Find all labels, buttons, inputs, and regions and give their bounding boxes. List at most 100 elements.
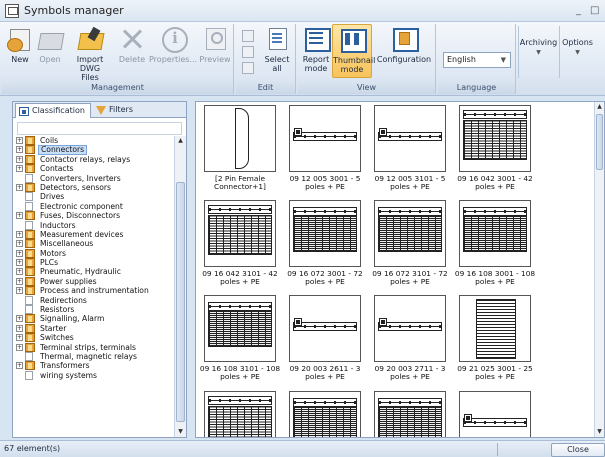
import-dwg-button[interactable]: Import DWG Files — [66, 26, 114, 82]
expand-icon[interactable]: + — [16, 165, 23, 173]
symbol-thumbnail[interactable] — [454, 391, 536, 437]
select-all-button[interactable]: Select all — [262, 26, 292, 73]
options-button[interactable]: Options ▼ — [559, 26, 595, 78]
thumbnail-image — [204, 105, 276, 172]
tree-item[interactable]: + Miscellaneous — [15, 239, 173, 249]
thumbnail-image — [289, 295, 361, 362]
expand-icon[interactable]: + — [16, 362, 23, 370]
tree-item[interactable]: + Fuses, Disconnectors — [15, 211, 173, 221]
symbol-thumbnail[interactable]: [2 Pin Female Connector+1] — [199, 105, 281, 192]
thumbnail-mode-button[interactable]: Thumbnail mode — [332, 24, 375, 78]
expand-icon[interactable]: + — [16, 183, 23, 191]
symbol-thumbnail[interactable]: 09 16 072 3001 - 72 poles + PE — [284, 200, 366, 287]
expand-icon[interactable]: + — [16, 277, 23, 285]
tree-item[interactable]: + Starter — [15, 323, 173, 333]
tree-item[interactable]: Drives — [15, 192, 173, 202]
group-management: New Open Import DWG Files Delete Propert… — [2, 24, 234, 94]
tree-scroll-thumb[interactable] — [176, 182, 185, 422]
expand-icon[interactable]: + — [16, 137, 23, 144]
symbol-thumbnail[interactable]: 09 16 042 3101 - 42 poles + PE — [199, 200, 281, 287]
tree-item[interactable]: + Switches — [15, 333, 173, 343]
new-button[interactable]: New — [6, 26, 34, 64]
report-mode-button[interactable]: Report mode — [301, 26, 331, 73]
tree-item[interactable]: + Pneumatic, Hydraulic — [15, 267, 173, 277]
tree-item[interactable]: Converters, Inverters — [15, 173, 173, 183]
delete-button[interactable]: Delete — [115, 26, 149, 64]
edit-small-icon-1[interactable] — [242, 30, 254, 42]
symbol-thumbnail[interactable]: 09 16 108 3101 - 108 poles + PE — [199, 295, 281, 382]
open-button[interactable]: Open — [36, 26, 64, 64]
tree-item[interactable]: Thermal, magnetic relays — [15, 351, 173, 361]
tree-item[interactable]: Resistors — [15, 305, 173, 315]
tree-item[interactable]: Redirections — [15, 295, 173, 305]
tree-item-label: Connectors — [38, 145, 88, 155]
tree-item[interactable]: + Signalling, Alarm — [15, 314, 173, 324]
configuration-button[interactable]: Configuration — [374, 26, 434, 64]
tree-item[interactable]: + Process and instrumentation — [15, 286, 173, 296]
symbol-thumbnail[interactable]: 09 20 003 2711 - 3 poles + PE — [369, 295, 451, 382]
expand-icon[interactable]: + — [16, 324, 23, 332]
tree-item[interactable]: + Detectors, sensors — [15, 182, 173, 192]
minimize-button[interactable]: _ — [576, 5, 581, 16]
symbol-drawing — [293, 216, 357, 252]
symbol-thumbnail[interactable]: 09 16 108 3001 - 108 poles + PE — [454, 200, 536, 287]
tab-filters[interactable]: Filters — [93, 103, 143, 118]
tree-item[interactable]: + Power supplies — [15, 276, 173, 286]
tab-classification[interactable]: Classification — [15, 103, 91, 118]
archiving-button[interactable]: Archiving ▼ — [518, 26, 558, 78]
symbol-thumbnail[interactable] — [199, 391, 281, 437]
tree-item[interactable]: Electronic component — [15, 201, 173, 211]
tree-item[interactable]: + PLCs — [15, 258, 173, 268]
thumbnail-scroll-thumb[interactable] — [596, 114, 603, 170]
expand-icon[interactable]: + — [16, 334, 23, 342]
tree-item[interactable]: + Transformers — [15, 361, 173, 371]
tree-item[interactable]: + Contactor relays, relays — [15, 154, 173, 164]
tree-scrollbar[interactable]: ▲ ▼ — [174, 136, 186, 437]
symbol-drawing — [379, 128, 387, 136]
symbol-thumbnail[interactable]: 09 16 042 3001 - 42 poles + PE — [454, 105, 536, 192]
expand-icon[interactable]: + — [16, 268, 23, 276]
tree-item[interactable]: wiring systems — [15, 370, 173, 380]
tree-item[interactable]: Inductors — [15, 220, 173, 230]
tree-item[interactable]: + Coils — [15, 136, 173, 145]
preview-button[interactable]: Preview — [198, 26, 232, 64]
symbol-thumbnail[interactable] — [284, 391, 366, 437]
language-select[interactable]: English ▼ — [443, 52, 511, 68]
symbol-thumbnail[interactable]: 09 12 005 3101 - 5 poles + PE — [369, 105, 451, 192]
expand-icon[interactable]: + — [16, 230, 23, 238]
close-button[interactable]: Close — [551, 443, 605, 457]
expand-icon[interactable]: + — [16, 212, 23, 220]
page-icon — [25, 192, 33, 202]
tree-item[interactable]: + Motors — [15, 248, 173, 258]
scroll-down-icon[interactable]: ▼ — [175, 427, 186, 437]
properties-button[interactable]: Properties... — [149, 26, 197, 64]
symbol-thumbnail[interactable]: 09 20 003 2611 - 3 poles + PE — [284, 295, 366, 382]
scroll-up-icon[interactable]: ▲ — [595, 102, 604, 112]
expand-icon[interactable]: + — [16, 343, 23, 351]
page-icon — [25, 370, 33, 380]
book-icon — [25, 145, 35, 155]
expand-icon[interactable]: + — [16, 155, 23, 163]
expand-icon[interactable]: + — [16, 249, 23, 257]
expand-icon[interactable]: + — [16, 287, 23, 295]
tree-filter-input[interactable] — [17, 122, 182, 135]
expand-icon[interactable]: + — [16, 146, 23, 154]
symbol-thumbnail[interactable] — [369, 391, 451, 437]
edit-small-icon-3[interactable] — [242, 62, 254, 74]
expand-icon[interactable]: + — [16, 240, 23, 248]
thumbnail-image — [459, 295, 531, 362]
scroll-up-icon[interactable]: ▲ — [175, 136, 186, 146]
maximize-button[interactable]: □ — [590, 5, 599, 16]
symbol-thumbnail[interactable]: 09 16 072 3101 - 72 poles + PE — [369, 200, 451, 287]
expand-icon[interactable]: + — [16, 315, 23, 323]
thumbnail-scrollbar[interactable]: ▲ ▼ — [594, 102, 604, 437]
symbol-thumbnail[interactable]: 09 12 005 3001 - 5 poles + PE — [284, 105, 366, 192]
expand-icon[interactable]: + — [16, 259, 23, 267]
scroll-down-icon[interactable]: ▼ — [595, 427, 604, 437]
tree-item[interactable]: + Contacts — [15, 164, 173, 174]
symbol-thumbnail[interactable]: 09 21 025 3001 - 25 poles + PE — [454, 295, 536, 382]
tree-item[interactable]: + Connectors — [15, 145, 173, 155]
tree-item[interactable]: + Measurement devices — [15, 229, 173, 239]
tree-item[interactable]: + Terminal strips, terminals — [15, 342, 173, 352]
edit-small-icon-2[interactable] — [242, 46, 254, 58]
